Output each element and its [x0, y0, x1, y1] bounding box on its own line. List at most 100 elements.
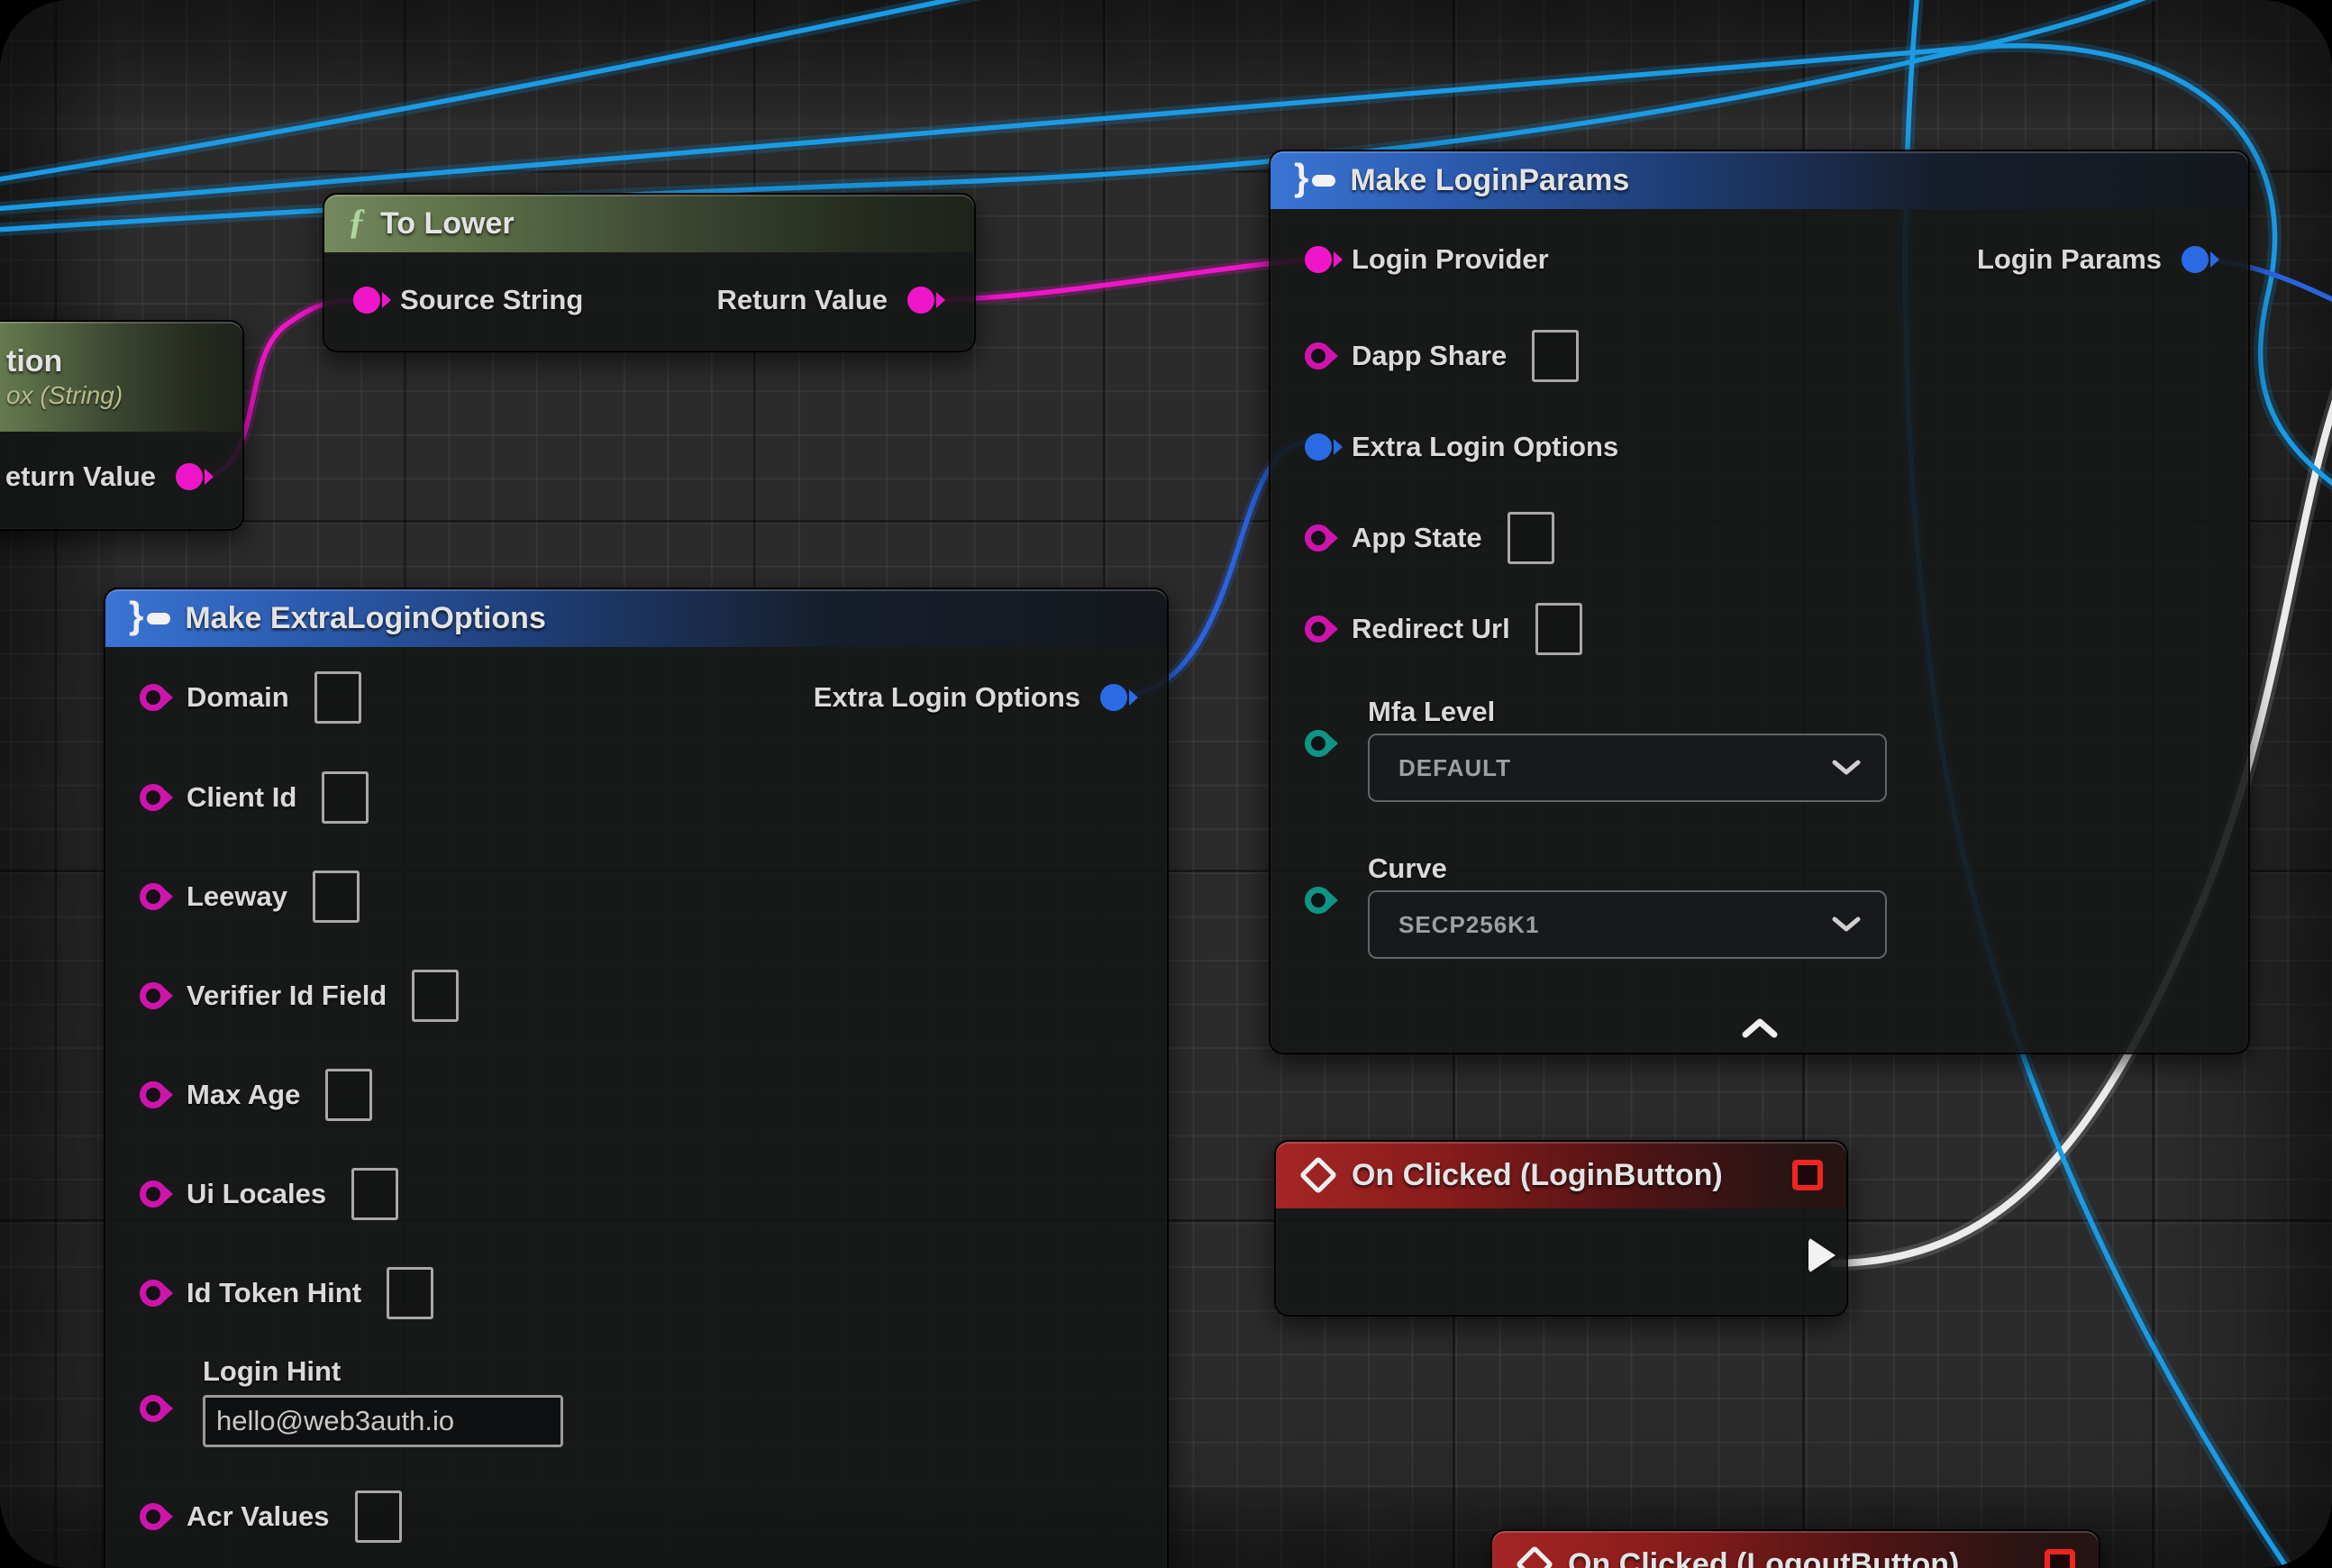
- pin-row: eturn Value: [0, 432, 242, 522]
- pin-label: Login Provider: [1352, 243, 1549, 276]
- pin-row: Id Token Hint: [105, 1244, 1167, 1343]
- pin-label: Acr Values: [187, 1500, 330, 1533]
- node-header[interactable]: } Make ExtraLoginOptions: [105, 589, 1167, 647]
- verifier-id-field-input-pin[interactable]: [140, 982, 167, 1009]
- make-struct-icon: }: [1294, 161, 1335, 199]
- redirect-url-input-pin[interactable]: [1305, 615, 1332, 643]
- node-title: On Clicked (LogoutButton): [1568, 1547, 1959, 1568]
- domain-input-pin[interactable]: [140, 684, 167, 711]
- event-diamond-icon: [1516, 1545, 1553, 1568]
- node-get-textbox-partial[interactable]: tion ox (String) eturn Value: [0, 320, 244, 531]
- blueprint-canvas[interactable]: tion ox (String) eturn Value ƒ To Lower …: [0, 0, 2332, 1568]
- node-title: Make ExtraLoginOptions: [185, 601, 546, 636]
- pin-row: Client Id: [105, 748, 1167, 847]
- delegate-output-pin[interactable]: [2045, 1549, 2075, 1568]
- app-state-input-pin[interactable]: [1305, 524, 1332, 552]
- app-state-checkbox[interactable]: [1508, 512, 1554, 564]
- node-subtitle: ox (String): [6, 381, 123, 410]
- mfa-level-input-pin[interactable]: [1305, 730, 1332, 757]
- id-token-hint-checkbox[interactable]: [387, 1267, 433, 1319]
- pin-row: Verifier Id Field: [105, 946, 1167, 1045]
- make-struct-brace: }: [1294, 159, 1308, 196]
- pin-row: Extra Login Options: [1271, 401, 2248, 492]
- pin-label: Redirect Url: [1352, 613, 1510, 645]
- pin-label: App State: [1352, 522, 1482, 554]
- max-age-checkbox[interactable]: [325, 1069, 372, 1121]
- leeway-input-pin[interactable]: [140, 883, 167, 910]
- node-title: tion: [6, 344, 62, 379]
- login-hint-input[interactable]: [203, 1395, 563, 1447]
- pin-label: Return Value: [717, 284, 888, 316]
- extra-login-options-output-pin[interactable]: [1100, 684, 1127, 711]
- pin-row: Redirect Url: [1271, 583, 2248, 674]
- pin-label: Curve: [1368, 852, 2248, 885]
- ui-locales-checkbox[interactable]: [351, 1168, 398, 1220]
- pin-row: Max Age: [105, 1045, 1167, 1144]
- dropdown-value: DEFAULT: [1398, 754, 1511, 782]
- client-id-input-pin[interactable]: [140, 784, 167, 811]
- node-title: Make LoginParams: [1350, 163, 1629, 198]
- pin-row: Acr Values: [105, 1467, 1167, 1566]
- pin-row: Leeway: [105, 847, 1167, 946]
- login-params-output-pin[interactable]: [2182, 246, 2209, 273]
- extra-login-options-input-pin[interactable]: [1305, 433, 1332, 460]
- pin-label: Domain: [187, 681, 289, 714]
- chevron-down-icon: [1831, 916, 1862, 934]
- node-header[interactable]: ƒ To Lower: [324, 195, 974, 252]
- node-title: On Clicked (LoginButton): [1352, 1158, 1723, 1193]
- mfa-level-dropdown[interactable]: DEFAULT: [1368, 734, 1887, 802]
- node-header[interactable]: On Clicked (LoginButton): [1276, 1142, 1846, 1208]
- pin-row: Login Provider Login Params: [1271, 209, 2248, 310]
- event-diamond-icon: [1299, 1156, 1337, 1194]
- pin-row: Dapp Share: [1271, 310, 2248, 401]
- pin-label: Ui Locales: [187, 1178, 326, 1210]
- pin-row: App State: [1271, 492, 2248, 583]
- redirect-url-checkbox[interactable]: [1535, 603, 1582, 655]
- pin-label: Extra Login Options: [1352, 431, 1618, 463]
- verifier-id-field-checkbox[interactable]: [412, 970, 459, 1022]
- source-string-input-pin[interactable]: [353, 287, 380, 314]
- make-struct-brace: }: [129, 597, 143, 634]
- domain-checkbox[interactable]: [314, 671, 361, 724]
- pin-label: eturn Value: [5, 460, 156, 493]
- pin-label: Extra Login Options: [814, 681, 1080, 714]
- delegate-output-pin[interactable]: [1792, 1160, 1823, 1190]
- pin-label: Client Id: [187, 781, 296, 814]
- id-token-hint-input-pin[interactable]: [140, 1280, 167, 1307]
- login-hint-field: Login Hint: [105, 1355, 1167, 1447]
- node-header[interactable]: } Make LoginParams: [1271, 151, 2248, 209]
- make-struct-dash: [1312, 175, 1335, 187]
- return-value-output-pin[interactable]: [176, 463, 203, 490]
- ui-locales-input-pin[interactable]: [140, 1181, 167, 1208]
- node-make-extra-login-options[interactable]: } Make ExtraLoginOptions Domain Extra Lo…: [104, 588, 1169, 1568]
- leeway-checkbox[interactable]: [313, 871, 360, 923]
- exec-output-pin[interactable]: [1808, 1237, 1836, 1273]
- curve-dropdown[interactable]: SECP256K1: [1368, 890, 1887, 959]
- dapp-share-checkbox[interactable]: [1532, 330, 1579, 382]
- dapp-share-input-pin[interactable]: [1305, 342, 1332, 369]
- node-header[interactable]: tion ox (String): [0, 322, 242, 432]
- return-value-output-pin[interactable]: [907, 287, 934, 314]
- curve-input-pin[interactable]: [1305, 887, 1332, 914]
- curve-field: Curve SECP256K1: [1271, 852, 2248, 959]
- make-struct-icon: }: [129, 599, 170, 637]
- collapse-node-button[interactable]: [1740, 1017, 1780, 1044]
- login-hint-input-pin[interactable]: [140, 1395, 167, 1422]
- mfa-level-field: Mfa Level DEFAULT: [1271, 696, 2248, 802]
- node-on-clicked-login-button[interactable]: On Clicked (LoginButton): [1274, 1140, 1848, 1317]
- pin-label: Dapp Share: [1352, 340, 1507, 372]
- acr-values-checkbox[interactable]: [355, 1491, 402, 1543]
- login-provider-input-pin[interactable]: [1305, 246, 1332, 273]
- client-id-checkbox[interactable]: [322, 771, 369, 824]
- node-title: To Lower: [380, 206, 515, 242]
- node-header[interactable]: On Clicked (LogoutButton): [1492, 1531, 2099, 1568]
- node-to-lower[interactable]: ƒ To Lower Source String Return Value: [323, 193, 976, 352]
- pin-label: Id Token Hint: [187, 1277, 361, 1309]
- node-make-login-params[interactable]: } Make LoginParams Login Provider Login …: [1269, 150, 2250, 1054]
- acr-values-input-pin[interactable]: [140, 1503, 167, 1530]
- max-age-input-pin[interactable]: [140, 1081, 167, 1108]
- chevron-up-icon: [1740, 1017, 1780, 1039]
- pin-label: Verifier Id Field: [187, 980, 387, 1012]
- node-on-clicked-logout-button[interactable]: On Clicked (LogoutButton): [1490, 1529, 2100, 1568]
- pin-label: Login Hint: [203, 1355, 1167, 1388]
